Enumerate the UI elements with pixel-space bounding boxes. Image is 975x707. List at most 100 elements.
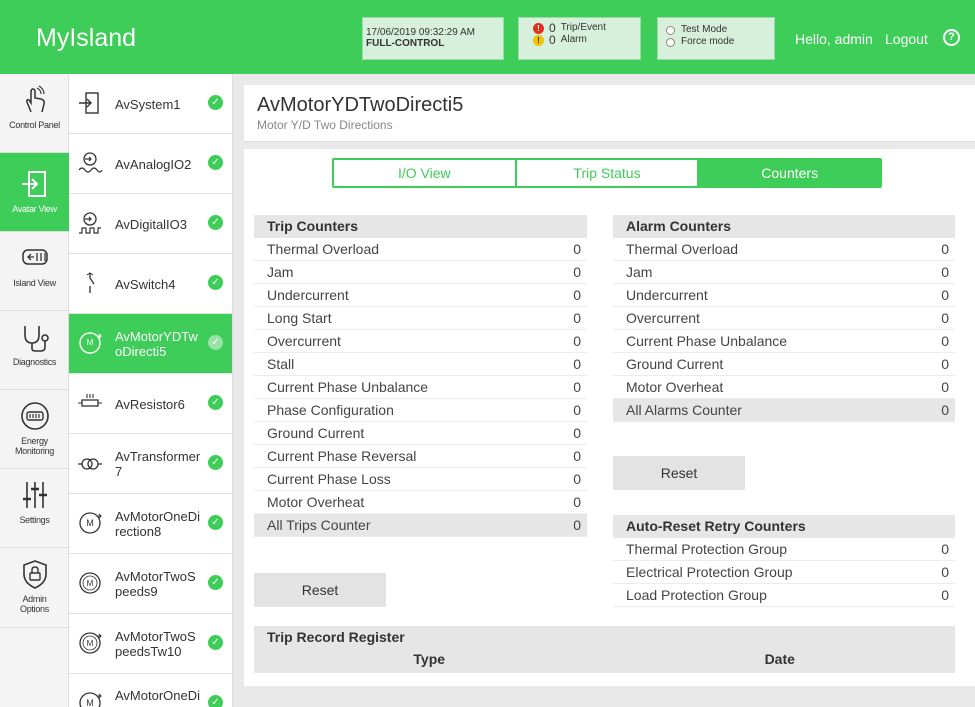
row-label: Overcurrent <box>267 333 341 349</box>
table-row: Electrical Protection Group 0 <box>613 561 955 584</box>
device-item[interactable]: AvDigitalIO3 ✓ <box>69 194 232 254</box>
force-mode-radio[interactable] <box>666 37 675 47</box>
column-date[interactable]: Date <box>605 648 956 673</box>
device-item[interactable]: M AvMotorOneDi rection8 ✓ <box>69 494 232 554</box>
nav-energy-monitoring[interactable]: Energy Monitoring <box>0 390 69 469</box>
app-logo-text: MyIsland <box>36 24 137 52</box>
device-item[interactable]: M AvMotorTwoS peeds9 ✓ <box>69 554 232 614</box>
tab-counters[interactable]: Counters <box>697 160 881 186</box>
nav-label-admin-2: Options <box>20 604 49 614</box>
avatar-enter-icon <box>21 171 46 197</box>
test-mode-radio[interactable] <box>666 25 675 35</box>
row-value: 0 <box>941 310 949 326</box>
sliders-icon <box>22 482 47 508</box>
table-row: Current Phase Loss 0 <box>254 468 587 491</box>
status-ok-icon: ✓ <box>208 455 223 470</box>
nav-settings[interactable]: Settings <box>0 469 69 548</box>
auto-reset-table: Auto-Reset Retry Counters Thermal Protec… <box>613 515 955 607</box>
device-item[interactable]: M AvMotorOneDi ✓ <box>69 674 232 707</box>
device-name: AvMotorTwoS peeds9 <box>115 569 196 599</box>
tab-trip-status[interactable]: Trip Status <box>514 160 698 186</box>
control-mode: FULL-CONTROL <box>366 38 445 49</box>
row-value: 0 <box>573 379 581 395</box>
motor-icon: M <box>79 332 102 354</box>
alarm-warning-icon: ! <box>533 34 544 46</box>
force-mode-label: Force mode <box>681 36 735 47</box>
nav-avatar-view[interactable]: Avatar View <box>0 153 69 232</box>
trip-record-register: Trip Record Register Type Date <box>254 626 955 673</box>
nav-control-panel[interactable]: Control Panel <box>0 74 69 153</box>
row-label: Current Phase Reversal <box>267 448 417 464</box>
row-label: Jam <box>626 264 653 280</box>
table-row: Phase Configuration 0 <box>254 399 587 422</box>
device-item[interactable]: AvTransformer 7 ✓ <box>69 434 232 494</box>
row-label: Load Protection Group <box>626 587 767 603</box>
table-row: Ground Current 0 <box>613 353 955 376</box>
motor-icon: M <box>79 632 102 654</box>
device-list: AvSystem1 ✓ AvAnalogIO2 ✓ AvDigitalIO3 ✓… <box>69 74 233 707</box>
device-item[interactable]: AvSwitch4 ✓ <box>69 254 232 314</box>
alarm-counters-table: Alarm Counters Thermal Overload 0 Jam 0 Un… <box>613 215 955 422</box>
system-icon <box>79 92 99 114</box>
analog-io-icon <box>78 152 103 173</box>
nav-island-view[interactable]: Island View <box>0 232 69 311</box>
reset-alarm-counters-button[interactable]: Reset <box>613 456 745 490</box>
row-label: Ground Current <box>267 425 365 441</box>
help-icon[interactable]: ? <box>943 29 960 46</box>
datetime-panel: 17/06/2019 09:32:29 AM FULL-CONTROL <box>362 17 504 60</box>
counters-panel: I/O View Trip Status Counters Trip Count… <box>244 149 975 686</box>
trip-record-title: Trip Record Register <box>254 626 955 648</box>
alarm-count: 0 <box>549 33 556 47</box>
top-header: MyIsland 17/06/2019 09:32:29 AM FULL-CON… <box>0 0 975 74</box>
device-item-selected[interactable]: M AvMotorYDTw oDirecti5 ✓ <box>69 314 232 374</box>
tab-io-view[interactable]: I/O View <box>334 160 515 186</box>
logout-link[interactable]: Logout <box>885 31 928 47</box>
row-label: Current Phase Loss <box>267 471 391 487</box>
device-item[interactable]: AvSystem1 ✓ <box>69 74 232 134</box>
device-item[interactable]: AvResistor6 ✓ <box>69 374 232 434</box>
device-subtitle: Motor Y/D Two Directions <box>257 118 393 132</box>
row-value: 0 <box>941 241 949 257</box>
user-greeting: Hello, admin <box>795 31 873 47</box>
status-ok-icon: ✓ <box>208 215 223 230</box>
nav-diagnostics[interactable]: Diagnostics <box>0 311 69 390</box>
device-name: AvMotorTwoS peedsTw10 <box>115 629 196 659</box>
device-item[interactable]: AvAnalogIO2 ✓ <box>69 134 232 194</box>
device-name: AvTransformer 7 <box>115 449 201 479</box>
total-row: All Alarms Counter 0 <box>613 399 955 422</box>
trip-counters-title: Trip Counters <box>254 215 587 238</box>
row-value: 0 <box>941 402 949 418</box>
events-panel[interactable]: ! 0 Trip/Event ! 0 Alarm <box>518 17 641 60</box>
reset-trip-counters-button[interactable]: Reset <box>254 573 386 607</box>
column-type[interactable]: Type <box>254 648 605 673</box>
device-item[interactable]: M AvMotorTwoS peedsTw10 ✓ <box>69 614 232 674</box>
hand-touch-icon <box>25 85 45 113</box>
auto-reset-title: Auto-Reset Retry Counters <box>613 515 955 538</box>
table-row: Overcurrent 0 <box>254 330 587 353</box>
row-value: 0 <box>941 379 949 395</box>
nav-label-diagnostics: Diagnostics <box>12 357 57 367</box>
row-label: All Trips Counter <box>267 517 371 533</box>
motor-icon: M <box>79 572 101 594</box>
table-row: Long Start 0 <box>254 307 587 330</box>
test-mode-label: Test Mode <box>681 24 728 35</box>
row-value: 0 <box>573 241 581 257</box>
trip-label: Trip/Event <box>560 22 606 33</box>
table-row: Undercurrent 0 <box>613 284 955 307</box>
trip-alert-icon: ! <box>533 22 544 34</box>
table-row: Load Protection Group 0 <box>613 584 955 607</box>
row-value: 0 <box>573 448 581 464</box>
status-ok-icon: ✓ <box>208 515 223 530</box>
nav-admin-options[interactable]: Admin Options <box>0 548 69 628</box>
svg-text:M: M <box>86 518 94 528</box>
row-label: Phase Configuration <box>267 402 394 418</box>
trip-counters-table: Trip Counters Thermal Overload 0 Jam 0 Und… <box>254 215 587 537</box>
motor-icon: M <box>79 512 102 534</box>
nav-label-avatar-view: Avatar View <box>12 204 57 214</box>
timestamp: 17/06/2019 09:32:29 AM <box>366 27 475 38</box>
digital-io-icon <box>79 212 101 234</box>
modes-panel: Test Mode Force mode <box>657 17 775 60</box>
row-value: 0 <box>573 494 581 510</box>
row-value: 0 <box>941 333 949 349</box>
row-label: Jam <box>267 264 294 280</box>
